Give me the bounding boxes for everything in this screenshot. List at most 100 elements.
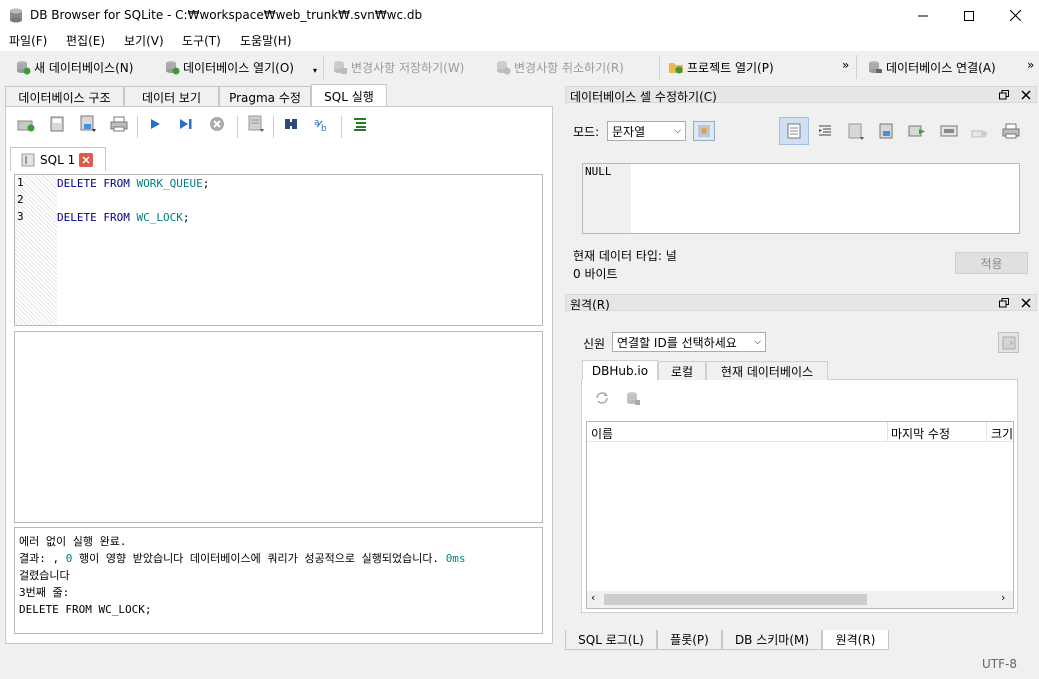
open-database-button[interactable]: 데이터베이스 열기(O): [164, 57, 294, 77]
save-sql-file-button[interactable]: [77, 113, 99, 135]
message-line: DELETE FROM WC_LOCK;: [19, 603, 152, 616]
menu-edit[interactable]: 편집(E): [66, 32, 105, 49]
sql-editor-tab[interactable]: SQL 1: [10, 147, 106, 171]
data-type-label: 현재 데이터 타입: 널: [573, 249, 677, 263]
message-line: 결과: , 0 행이 영향 받았습니다 데이터베이스에 쿼리가 성공적으로 실행…: [19, 552, 466, 565]
tab-current-database[interactable]: 현재 데이터베이스: [706, 361, 828, 380]
dock-close-icon[interactable]: [1021, 298, 1031, 308]
tab-database-structure[interactable]: 데이터베이스 구조: [5, 86, 124, 107]
mode-label: 모드:: [573, 125, 600, 139]
sql-toolbar-separator: [137, 116, 138, 138]
remote-dock-header: 원격(R): [565, 294, 1037, 312]
print-button[interactable]: [108, 113, 130, 135]
dock-close-icon[interactable]: [1021, 90, 1031, 100]
tab-sql-log[interactable]: SQL 로그(L): [565, 630, 657, 650]
edit-cell-dock-header: 데이터베이스 셀 수정하기(C): [565, 86, 1037, 104]
close-tab-icon[interactable]: [79, 152, 94, 167]
scroll-left-icon[interactable]: ‹: [591, 591, 595, 604]
close-button[interactable]: [992, 0, 1038, 31]
export-file-icon[interactable]: [878, 123, 894, 139]
menu-help[interactable]: 도움말(H): [240, 32, 292, 49]
code-line-1: DELETE FROM WORK_QUEUE;: [57, 177, 209, 190]
tab-edit-pragmas[interactable]: Pragma 수정: [219, 86, 311, 107]
toolbar-overflow-icon[interactable]: »: [842, 58, 849, 72]
menu-file[interactable]: 파일(F): [9, 32, 47, 49]
line-number: 3: [17, 210, 24, 223]
maximize-button[interactable]: [946, 0, 992, 31]
main-toolbar: 새 데이터베이스(N) 데이터베이스 열기(O) ▾ 변경사항 저장하기(W) …: [0, 51, 1039, 81]
code-line-3: DELETE FROM WC_LOCK;: [57, 211, 189, 224]
identity-manage-button[interactable]: [998, 332, 1019, 353]
toolbar-separator: [856, 55, 857, 79]
results-grid[interactable]: [14, 331, 543, 523]
execute-all-button[interactable]: [144, 113, 166, 135]
printer-icon[interactable]: [1002, 123, 1020, 139]
find-button[interactable]: [280, 113, 302, 135]
scroll-right-icon[interactable]: ›: [1001, 591, 1005, 604]
cell-value-editor[interactable]: NULL: [582, 163, 1020, 234]
undock-icon[interactable]: [999, 298, 1009, 308]
indent-icon[interactable]: [818, 124, 832, 138]
menu-tools[interactable]: 도구(T): [182, 32, 221, 49]
play-line-icon: [180, 119, 192, 129]
maximize-icon: [964, 10, 974, 21]
remote-file-list[interactable]: 이름 마지막 수정 크기 ‹ ›: [586, 421, 1014, 609]
clear-cell-icon[interactable]: [971, 124, 989, 140]
revert-changes-button[interactable]: 변경사항 취소하기(R): [495, 57, 624, 77]
clone-database-icon[interactable]: [625, 390, 641, 406]
column-header-size[interactable]: 크기: [991, 425, 1013, 442]
menu-bar: 파일(F) 편집(E) 보기(V) 도구(T) 도움말(H): [0, 31, 1039, 51]
open-project-button[interactable]: 프로젝트 열기(P): [668, 57, 774, 77]
tab-remote[interactable]: 원격(R): [822, 630, 889, 650]
minimize-button[interactable]: [900, 0, 946, 31]
revert-changes-icon: [497, 61, 511, 75]
apply-button[interactable]: 적용: [955, 252, 1028, 274]
save-results-button[interactable]: [245, 113, 267, 135]
import-file-icon[interactable]: [847, 123, 865, 141]
comment-lines-button[interactable]: [349, 113, 371, 135]
menu-view[interactable]: 보기(V): [124, 32, 164, 49]
open-project-icon: [669, 63, 683, 74]
open-sql-file-button[interactable]: [46, 113, 68, 135]
sql-keyword: DELETE FROM: [57, 177, 130, 190]
column-header-modified[interactable]: 마지막 수정: [891, 425, 950, 442]
sql-terminator: ;: [202, 177, 210, 190]
identity-label: 신원: [583, 337, 606, 351]
tab-browse-data[interactable]: 데이터 보기: [124, 86, 219, 107]
open-tab-button[interactable]: [15, 113, 37, 135]
set-null-icon[interactable]: [908, 123, 926, 139]
toolbar-overflow-icon-2[interactable]: »: [1027, 58, 1034, 72]
write-changes-button[interactable]: 변경사항 저장하기(W): [332, 57, 464, 77]
tab-db-schema[interactable]: DB 스키마(M): [722, 630, 822, 650]
auto-switch-mode-button[interactable]: [693, 121, 715, 141]
sql-editor[interactable]: 1 2 3 DELETE FROM WORK_QUEUE; DELETE FRO…: [14, 174, 543, 326]
refresh-icon[interactable]: [594, 390, 610, 406]
find-replace-icon: ab: [314, 118, 327, 132]
column-header-name[interactable]: 이름: [591, 425, 613, 442]
sql-toolbar-separator: [341, 116, 342, 138]
find-replace-button[interactable]: ab: [311, 113, 333, 135]
write-changes-icon: [334, 61, 347, 74]
mode-value: 문자열: [612, 124, 646, 139]
undock-icon[interactable]: [999, 90, 1009, 100]
identity-select[interactable]: 연결할 ID를 선택하세요 ⌵: [612, 332, 766, 352]
tab-dbhub[interactable]: DBHub.io: [582, 360, 658, 380]
open-external-icon[interactable]: [940, 123, 958, 139]
tab-local[interactable]: 로컬: [658, 361, 706, 380]
horizontal-scrollbar[interactable]: ‹ ›: [587, 591, 1013, 608]
message-line: 에러 없이 실행 완료.: [19, 535, 127, 548]
open-database-dropdown-icon[interactable]: ▾: [313, 66, 317, 75]
printer-icon: [110, 116, 128, 132]
execute-current-line-button[interactable]: [175, 113, 197, 135]
mode-select[interactable]: 문자열 ⌵: [607, 121, 686, 141]
stop-execution-button[interactable]: [206, 113, 228, 135]
scrollbar-thumb[interactable]: [604, 594, 867, 605]
new-database-button[interactable]: 새 데이터베이스(N): [15, 57, 133, 77]
window-title: DB Browser for SQLite - C:₩workspace₩web…: [30, 8, 423, 22]
tab-execute-sql[interactable]: SQL 실행: [311, 84, 387, 107]
tab-plot[interactable]: 플롯(P): [657, 630, 722, 650]
new-database-label: 새 데이터베이스(N): [34, 60, 134, 75]
attach-database-button[interactable]: 데이터베이스 연결(A): [867, 57, 996, 77]
toolbar-separator: [659, 55, 660, 79]
save-sql-file-icon: [80, 115, 96, 132]
